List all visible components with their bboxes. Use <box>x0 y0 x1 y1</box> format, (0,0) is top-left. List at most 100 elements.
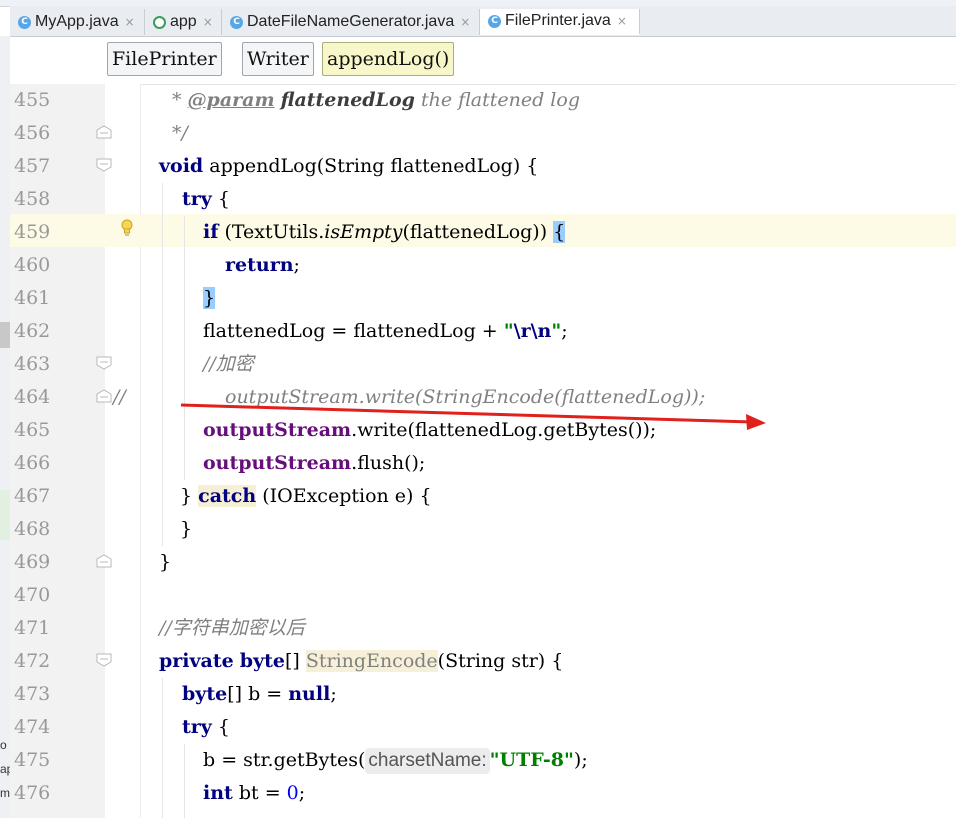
code-line: private byte[] StringEncode(String str) … <box>141 645 956 678</box>
code-text: } <box>180 485 199 507</box>
comment: */ <box>172 122 188 144</box>
keyword: try <box>182 716 212 738</box>
fold-end-icon[interactable] <box>96 554 112 568</box>
code-line: } catch (IOException e) { <box>141 480 956 513</box>
tab-label: FilePrinter.java <box>505 12 611 29</box>
close-icon[interactable]: × <box>125 15 135 29</box>
code-text: .flush(); <box>351 452 426 474</box>
fold-start-icon[interactable] <box>96 158 112 172</box>
tab-label: MyApp.java <box>35 13 119 30</box>
line-number: 472 <box>14 650 51 672</box>
panel-selection-marker <box>0 322 10 348</box>
code-editor[interactable]: * @param flattenedLog the flattened log … <box>113 84 956 818</box>
tab-app[interactable]: app × <box>145 9 222 35</box>
line-number: 463 <box>14 353 51 375</box>
breadcrumb-class[interactable]: FilePrinter <box>107 42 222 76</box>
code-text: { <box>211 716 230 738</box>
tab-myapp[interactable]: C MyApp.java × <box>10 9 145 35</box>
fold-end-icon[interactable] <box>96 389 112 403</box>
breadcrumb-method[interactable]: appendLog() <box>322 42 455 76</box>
code-line: //字符串加密以后 <box>141 612 956 645</box>
commented-code: outputStream.write(StringEncode(flattene… <box>225 386 706 408</box>
line-number: 466 <box>14 452 51 474</box>
module-icon <box>153 15 166 29</box>
close-icon[interactable]: × <box>617 14 627 28</box>
javadoc-tag: @param <box>187 89 275 111</box>
fold-start-icon[interactable] <box>96 653 112 667</box>
fold-end-icon[interactable] <box>96 125 112 139</box>
escape-sequence: \r\n <box>513 320 552 342</box>
line-number: 474 <box>14 716 51 738</box>
line-number: 475 <box>14 749 51 771</box>
string-literal: " <box>551 320 562 342</box>
tab-datefilenamegenerator[interactable]: C DateFileNameGenerator.java × <box>222 9 480 35</box>
keyword: if <box>203 221 219 243</box>
keyword: void <box>159 155 204 177</box>
code-line: //加密 <box>141 348 956 381</box>
class-icon: C <box>488 14 501 28</box>
comment: the flattened log <box>414 89 580 111</box>
number-literal: 0 <box>286 782 299 804</box>
line-number: 468 <box>14 518 51 540</box>
static-method: isEmpty <box>324 221 403 243</box>
field-reference: outputStream <box>203 452 352 474</box>
editor-tab-bar: C MyApp.java × app × C DateFileNameGener… <box>10 6 956 37</box>
line-number: 457 <box>14 155 51 177</box>
close-icon[interactable]: × <box>203 15 213 29</box>
line-number: 470 <box>14 584 51 606</box>
parameter-hint: charsetName: <box>365 748 490 774</box>
line-number: 459 <box>14 221 51 243</box>
code-text: (String str) { <box>437 650 564 672</box>
code-text: { <box>211 188 230 210</box>
code-line: outputStream.write(flattenedLog.getBytes… <box>141 414 956 447</box>
code-text: } <box>159 551 172 573</box>
panel-change-marker <box>0 490 10 540</box>
line-number: 476 <box>14 782 51 804</box>
code-text: ; <box>561 320 568 342</box>
javadoc-param-name: flattenedLog <box>280 89 415 111</box>
code-line: } <box>141 513 956 546</box>
keyword: byte <box>182 683 228 705</box>
code-text: b = str.getBytes( <box>203 749 366 771</box>
code-line: } <box>141 546 956 579</box>
line-number: 469 <box>14 551 51 573</box>
code-line: // outputStream.write(StringEncode(flatte… <box>113 381 956 414</box>
class-icon: C <box>18 15 31 29</box>
comment: * <box>172 89 188 111</box>
line-number: 456 <box>14 122 51 144</box>
keyword: byte <box>239 650 285 672</box>
code-text: ; <box>330 683 337 705</box>
unused-method-name: StringEncode <box>305 650 438 672</box>
close-icon[interactable]: × <box>460 15 470 29</box>
string-literal: " <box>503 320 514 342</box>
breadcrumb: FilePrinter Writer appendLog() <box>10 37 956 85</box>
matched-brace: { <box>553 221 566 243</box>
line-number: 464 <box>14 386 51 408</box>
comment: //加密 <box>203 353 254 375</box>
line-number: 455 <box>14 89 51 111</box>
tab-fileprinter[interactable]: C FilePrinter.java × <box>480 9 640 35</box>
fold-start-icon[interactable] <box>96 356 112 370</box>
string-literal: "UTF-8" <box>489 749 574 771</box>
line-number: 467 <box>14 485 51 507</box>
keyword: int <box>203 782 233 804</box>
comment-prefix: // <box>113 386 126 408</box>
breadcrumb-inner-class[interactable]: Writer <box>242 42 314 76</box>
code-text: .write(flattenedLog.getBytes()); <box>351 419 657 441</box>
comment: //字符串加密以后 <box>159 617 305 639</box>
field-reference: outputStream <box>203 419 352 441</box>
code-text: [] <box>284 650 306 672</box>
code-text: (TextUtils. <box>218 221 325 243</box>
tab-label: app <box>170 13 197 30</box>
code-text: } <box>180 518 193 540</box>
keyword: null <box>288 683 331 705</box>
line-number: 458 <box>14 188 51 210</box>
panel-text: m <box>0 786 10 800</box>
line-number: 460 <box>14 254 51 276</box>
code-text: flattenedLog = flattenedLog + <box>203 320 504 342</box>
panel-text: o <box>0 738 7 752</box>
code-text: bt = <box>232 782 287 804</box>
lightbulb-icon[interactable] <box>120 219 134 237</box>
keyword: try <box>182 188 212 210</box>
matched-brace: } <box>203 287 216 309</box>
